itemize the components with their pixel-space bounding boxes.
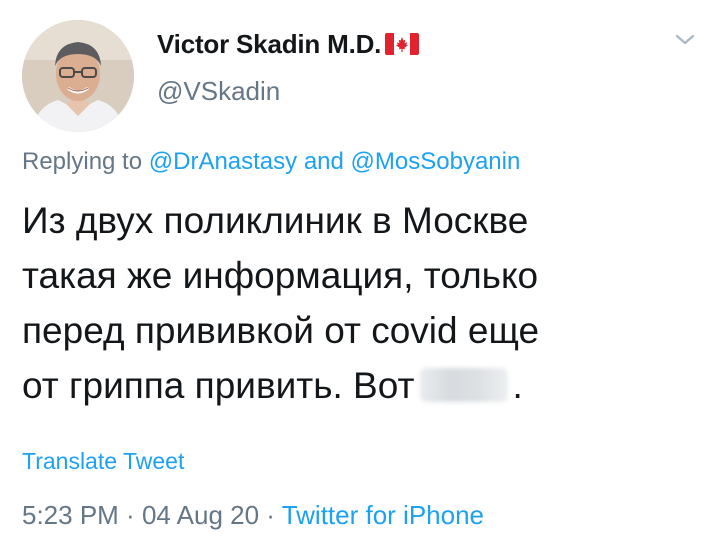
display-name[interactable]: Victor Skadin M.D. bbox=[157, 29, 381, 60]
canada-flag-icon bbox=[385, 33, 420, 55]
blurred-word bbox=[420, 368, 509, 402]
tweet-text-line: такая же информация, только bbox=[22, 255, 539, 296]
tweet: Victor Skadin M.D. @VSkadin Replying to … bbox=[0, 0, 720, 559]
chevron-down-icon[interactable] bbox=[670, 28, 700, 52]
tweet-time[interactable]: 5:23 PM bbox=[22, 500, 119, 530]
tweet-text-line: перед прививкой от covid еще bbox=[22, 310, 540, 351]
translate-tweet-link[interactable]: Translate Tweet bbox=[22, 448, 184, 475]
mention-link[interactable]: @MosSobyanin bbox=[351, 148, 521, 175]
mention-separator: and bbox=[297, 148, 351, 175]
avatar[interactable] bbox=[22, 20, 134, 132]
mention-link[interactable]: @DrAnastasy bbox=[149, 148, 297, 175]
tweet-date[interactable]: 04 Aug 20 bbox=[142, 500, 259, 530]
replying-prefix: Replying to bbox=[22, 148, 149, 175]
tweet-text: Из двух поликлиник в Москве такая же инф… bbox=[22, 193, 702, 413]
tweet-text-line: Из двух поликлиник в Москве bbox=[22, 200, 529, 241]
user-handle[interactable]: @VSkadin bbox=[157, 76, 280, 107]
tweet-text-last-line: от гриппа привить. Вот. bbox=[22, 358, 702, 413]
author-name-row[interactable]: Victor Skadin M.D. bbox=[157, 26, 420, 62]
tweet-text-line: от гриппа привить. Вот bbox=[22, 365, 415, 406]
meta-separator: · bbox=[118, 500, 142, 530]
meta-separator: · bbox=[259, 500, 282, 530]
tweet-metadata: 5:23 PM · 04 Aug 20 · Twitter for iPhone bbox=[22, 500, 484, 531]
tweet-text-end: . bbox=[512, 365, 523, 406]
avatar-image bbox=[22, 20, 134, 132]
replying-to-line: Replying to @DrAnastasy and @MosSobyanin bbox=[22, 148, 520, 176]
tweet-source-link[interactable]: Twitter for iPhone bbox=[282, 500, 484, 530]
